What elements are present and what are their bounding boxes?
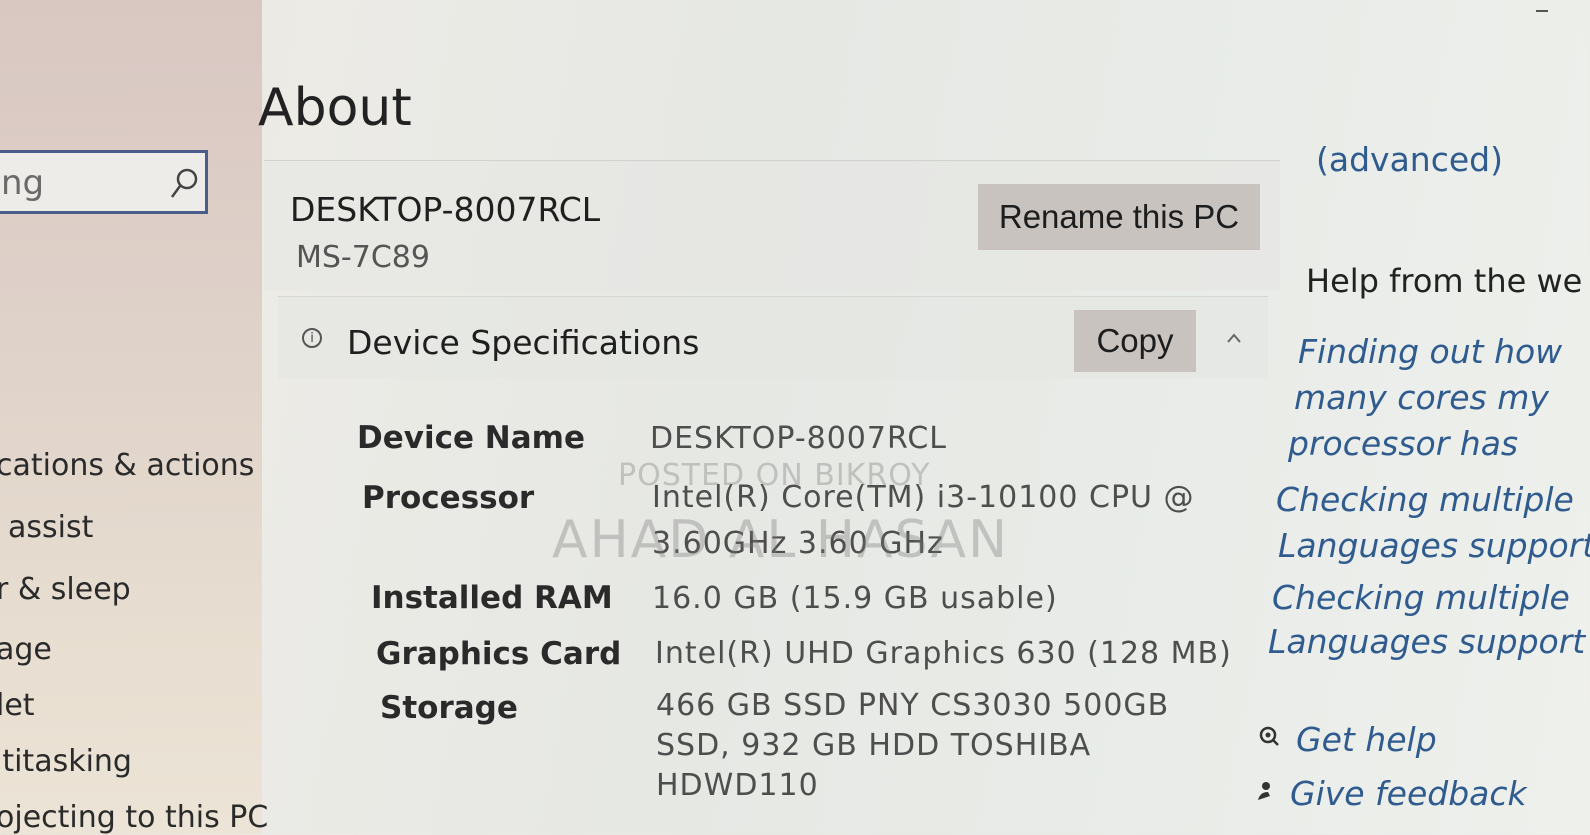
help-link-cores-line2[interactable]: many cores my	[1294, 378, 1549, 417]
advanced-link-fragment[interactable]: (advanced)	[1316, 140, 1503, 179]
device-specifications-title: Device Specifications	[347, 323, 700, 362]
rename-pc-button[interactable]: Rename this PC	[978, 184, 1260, 250]
search-box[interactable]: ng	[0, 150, 208, 214]
sidebar-item-power-sleep[interactable]: r & sleep	[0, 572, 131, 607]
pc-name: DESKTOP-8007RCL	[290, 190, 601, 229]
help-link-cores-line1[interactable]: Finding out how	[1298, 332, 1562, 371]
spec-label-storage: Storage	[380, 690, 518, 726]
give-feedback-link[interactable]: Give feedback	[1290, 774, 1527, 813]
spec-value-storage-line3: HDWD110	[656, 768, 819, 803]
help-link-cores-line3[interactable]: processor has	[1288, 424, 1518, 463]
give-feedback-icon	[1258, 782, 1270, 800]
spec-value-installed-ram: 16.0 GB (15.9 GB usable)	[652, 581, 1058, 616]
spec-label-installed-ram: Installed RAM	[371, 580, 613, 616]
help-link-languages-2-line2[interactable]: Languages support	[1268, 622, 1585, 661]
sidebar-item-storage[interactable]: age	[0, 632, 52, 667]
sidebar-item-focus-assist[interactable]: assist	[8, 510, 93, 545]
search-input[interactable]: ng	[1, 163, 44, 203]
search-icon[interactable]	[169, 167, 199, 201]
sidebar-item-multitasking[interactable]: ltitasking	[0, 744, 132, 779]
get-help-link[interactable]: Get help	[1296, 720, 1437, 759]
spec-label-processor: Processor	[362, 480, 535, 516]
window-minimize-glyph[interactable]	[1536, 10, 1548, 12]
pc-model: MS-7C89	[296, 240, 430, 275]
copy-button[interactable]: Copy	[1074, 310, 1196, 372]
spec-label-device-name: Device Name	[357, 420, 585, 456]
sidebar-item-projecting[interactable]: ojecting to this PC	[0, 800, 268, 835]
help-link-languages-1-line2[interactable]: Languages support	[1278, 526, 1590, 565]
chevron-up-icon[interactable]	[1226, 332, 1242, 344]
spec-value-graphics-card: Intel(R) UHD Graphics 630 (128 MB)	[655, 636, 1232, 671]
sidebar-item-notifications[interactable]: cations & actions	[0, 448, 254, 483]
help-link-languages-2-line1[interactable]: Checking multiple	[1272, 578, 1570, 617]
spec-value-device-name: DESKTOP-8007RCL	[650, 421, 947, 456]
spec-label-graphics-card: Graphics Card	[376, 636, 622, 672]
watermark-posted: POSTED ON BIKROY	[618, 458, 931, 493]
watermark-author: AHAD AL HASAN	[552, 510, 1010, 570]
spec-value-storage-line1: 466 GB SSD PNY CS3030 500GB	[656, 688, 1170, 723]
page-title: About	[258, 78, 412, 138]
help-link-languages-1-line1[interactable]: Checking multiple	[1276, 480, 1574, 519]
sidebar: ng cations & actions assist r & sleep ag…	[0, 0, 268, 835]
sidebar-item-tablet[interactable]: let	[0, 688, 35, 723]
spec-value-storage-line2: SSD, 932 GB HDD TOSHIBA	[656, 728, 1092, 763]
get-help-icon	[1259, 726, 1279, 746]
help-heading: Help from the we	[1306, 262, 1583, 300]
info-icon: i	[302, 328, 322, 348]
